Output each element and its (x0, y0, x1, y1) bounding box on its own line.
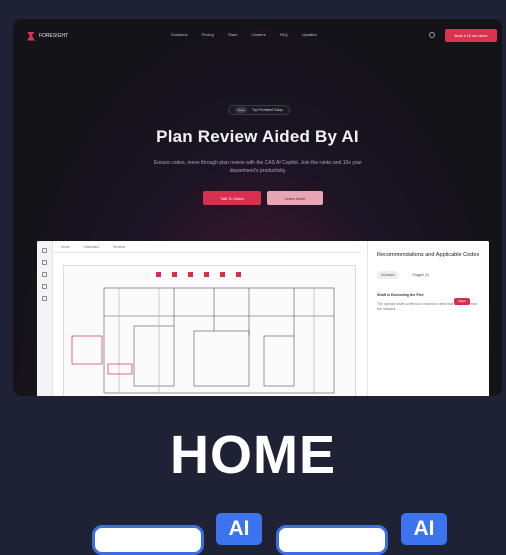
grid-icon[interactable] (42, 272, 47, 277)
tab-reviews[interactable]: Reviews (113, 245, 125, 249)
app-breadcrumb: Home Dashboard Reviews (53, 241, 361, 253)
tab-home[interactable]: Home (61, 245, 70, 249)
issue-title: Shaft is Exceeding the Flex (377, 293, 424, 297)
nav-item-updates[interactable]: Updates (302, 32, 317, 37)
search-icon[interactable] (429, 32, 435, 38)
talk-to-sales-button[interactable]: Talk To Sales (203, 191, 261, 205)
nav-item-pricing[interactable]: Pricing (201, 32, 213, 37)
pill-text: Top Permitted Today (252, 108, 283, 112)
layers-icon[interactable] (42, 260, 47, 265)
tab-flagged[interactable]: Flagged (0) (408, 271, 432, 279)
floor-plan-drawing[interactable] (63, 265, 356, 396)
user-icon[interactable] (42, 296, 47, 301)
menu-icon[interactable] (42, 248, 47, 253)
nav-item-careers[interactable]: Careers (251, 32, 265, 37)
brand-name: FORESIGHT (39, 33, 69, 39)
nav-item-team[interactable]: Team (228, 32, 238, 37)
panel-tabs: All issues Flagged (0) (377, 271, 480, 279)
nav-menu: Solutions Pricing Team Careers FAQ Updat… (171, 32, 317, 37)
section-heading: HOME (170, 425, 336, 485)
brand-logo-icon (27, 31, 35, 41)
settings-icon[interactable] (42, 284, 47, 289)
hero-subtitle: Ensure codes, move through plan review w… (154, 160, 362, 174)
app-side-rail (37, 241, 53, 396)
brand-logo[interactable]: FORESIGHT (27, 31, 69, 41)
hero-title: Plan Review Aided By AI (156, 127, 359, 146)
recommendations-panel: Recommendations and Applicable Codes All… (367, 241, 489, 396)
ai-feature-card-2[interactable] (276, 525, 388, 555)
panel-title: Recommendations and Applicable Codes (377, 252, 480, 258)
ai-badge-1: AI (216, 513, 262, 545)
nav-item-faq[interactable]: FAQ (280, 32, 288, 37)
issue-card[interactable]: Shaft is Exceeding the Flex Major The sp… (377, 293, 480, 312)
app-preview: Home Dashboard Reviews Recommendations a… (37, 241, 489, 396)
severity-badge: Major (454, 298, 470, 305)
tab-all-issues[interactable]: All issues (377, 271, 399, 279)
pill-tag: New (235, 107, 248, 113)
demo-button[interactable]: Book a 15 min demo (445, 29, 497, 42)
floor-plan-svg (71, 272, 335, 394)
ai-badge-2: AI (401, 513, 447, 545)
hero-screenshot-frame: FORESIGHT Solutions Pricing Team Careers… (13, 19, 502, 396)
learn-more-button[interactable]: Learn More (267, 191, 323, 205)
announcement-pill[interactable]: New Top Permitted Today (228, 105, 290, 115)
ai-feature-card-1[interactable] (92, 525, 204, 555)
nav-item-solutions[interactable]: Solutions (171, 32, 187, 37)
tab-dashboard[interactable]: Dashboard (84, 245, 100, 249)
